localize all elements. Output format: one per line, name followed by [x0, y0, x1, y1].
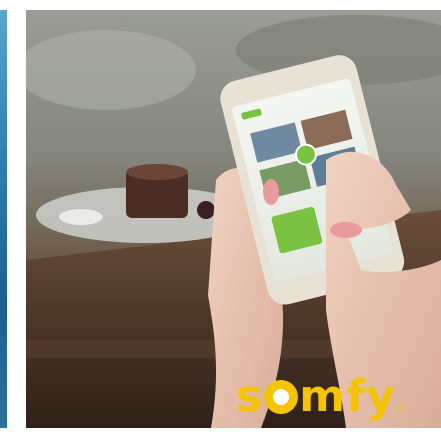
- fingernail: [330, 222, 362, 238]
- logo-letter-s: s: [236, 371, 264, 422]
- logo-letters-mfy: mfy: [299, 371, 396, 422]
- photo-scene: [26, 10, 441, 428]
- hero-photo: s mfy ®: [26, 10, 441, 428]
- logo-o-mark: [264, 380, 299, 414]
- registered-mark: ®: [395, 404, 405, 414]
- previous-slide-edge: [0, 10, 7, 428]
- brand-logo: s mfy ®: [236, 368, 405, 426]
